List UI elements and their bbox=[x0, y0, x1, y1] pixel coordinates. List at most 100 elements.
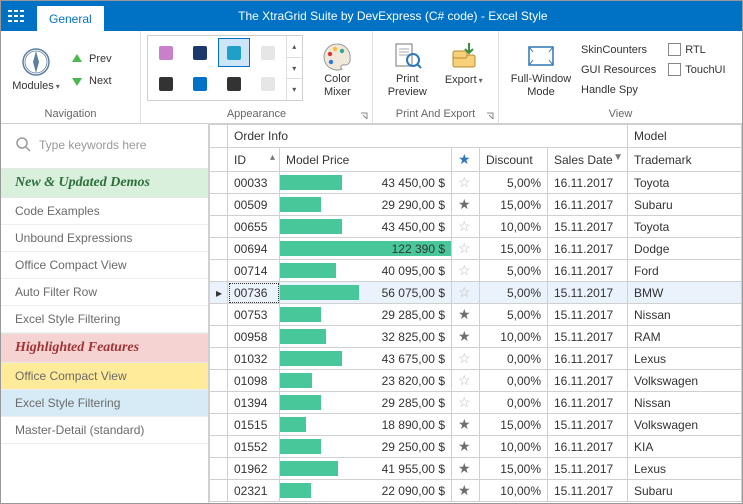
color-mixer-button[interactable]: Color Mixer bbox=[309, 35, 366, 104]
cell-id[interactable]: 00736 bbox=[228, 282, 280, 304]
sidebar-item[interactable]: Office Compact View bbox=[1, 363, 208, 390]
ribbon-tab-general[interactable]: General bbox=[37, 6, 104, 31]
cell-price[interactable]: 43 450,00 $ bbox=[280, 172, 452, 194]
table-row[interactable]: 00694122 390 $☆15,00%16.11.2017Dodge bbox=[210, 238, 742, 260]
cell-discount[interactable]: 15,00% bbox=[480, 194, 548, 216]
cell-id[interactable]: 00753 bbox=[228, 304, 280, 326]
cell-star[interactable]: ☆ bbox=[452, 370, 480, 392]
table-row[interactable]: 0075329 285,00 $★5,00%15.11.2017Nissan bbox=[210, 304, 742, 326]
skin-gallery-item[interactable] bbox=[218, 69, 250, 98]
cell-price[interactable]: 18 890,00 $ bbox=[280, 414, 452, 436]
cell-price[interactable]: 43 675,00 $ bbox=[280, 348, 452, 370]
cell-star[interactable]: ☆ bbox=[452, 238, 480, 260]
cell-date[interactable]: 15.11.2017 bbox=[548, 326, 628, 348]
cell-star[interactable]: ★ bbox=[452, 414, 480, 436]
skin-gallery-item[interactable] bbox=[150, 69, 182, 98]
dialog-launcher-icon[interactable] bbox=[486, 112, 494, 120]
print-preview-button[interactable]: Print Preview bbox=[379, 35, 436, 104]
cell-star[interactable]: ☆ bbox=[452, 392, 480, 414]
cell-price[interactable]: 22 090,00 $ bbox=[280, 480, 452, 502]
cell-star[interactable]: ☆ bbox=[452, 348, 480, 370]
skin-gallery-item[interactable] bbox=[184, 38, 216, 67]
cell-date[interactable]: 15.11.2017 bbox=[548, 414, 628, 436]
full-window-mode-button[interactable]: Full-Window Mode bbox=[505, 35, 577, 104]
cell-date[interactable]: 16.11.2017 bbox=[548, 260, 628, 282]
table-row[interactable]: 0065543 450,00 $☆10,00%15.11.2017Toyota bbox=[210, 216, 742, 238]
cell-star[interactable]: ★ bbox=[452, 458, 480, 480]
cell-star[interactable]: ☆ bbox=[452, 260, 480, 282]
cell-trademark[interactable]: Lexus bbox=[628, 458, 742, 480]
cell-discount[interactable]: 10,00% bbox=[480, 436, 548, 458]
table-row[interactable]: 0151518 890,00 $★15,00%15.11.2017Volkswa… bbox=[210, 414, 742, 436]
cell-trademark[interactable]: Toyota bbox=[628, 216, 742, 238]
cell-date[interactable]: 16.11.2017 bbox=[548, 436, 628, 458]
cell-id[interactable]: 02321 bbox=[228, 480, 280, 502]
cell-id[interactable]: 01098 bbox=[228, 370, 280, 392]
touchui-checkbox[interactable]: TouchUI bbox=[668, 60, 729, 80]
cell-date[interactable]: 16.11.2017 bbox=[548, 238, 628, 260]
cell-discount[interactable]: 10,00% bbox=[480, 480, 548, 502]
sidebar-item[interactable]: Auto Filter Row bbox=[1, 279, 208, 306]
cell-date[interactable]: 16.11.2017 bbox=[548, 370, 628, 392]
band-model[interactable]: Model bbox=[628, 125, 742, 148]
skin-gallery[interactable]: ▴ ▾ ▾ bbox=[147, 35, 303, 101]
cell-price[interactable]: 29 290,00 $ bbox=[280, 194, 452, 216]
search-input[interactable]: Type keywords here bbox=[1, 132, 208, 168]
sidebar-item[interactable]: Code Examples bbox=[1, 198, 208, 225]
cell-id[interactable]: 01394 bbox=[228, 392, 280, 414]
cell-price[interactable]: 43 450,00 $ bbox=[280, 216, 452, 238]
cell-trademark[interactable]: RAM bbox=[628, 326, 742, 348]
cell-id[interactable]: 01962 bbox=[228, 458, 280, 480]
cell-star[interactable]: ★ bbox=[452, 326, 480, 348]
cell-id[interactable]: 00714 bbox=[228, 260, 280, 282]
col-id[interactable]: ID▴ bbox=[228, 148, 280, 172]
cell-id[interactable]: 01515 bbox=[228, 414, 280, 436]
band-order-info[interactable]: Order Info bbox=[228, 125, 628, 148]
rtl-checkbox[interactable]: RTL bbox=[668, 40, 729, 60]
cell-date[interactable]: 15.11.2017 bbox=[548, 216, 628, 238]
table-row[interactable]: 0050929 290,00 $★15,00%16.11.2017Subaru bbox=[210, 194, 742, 216]
cell-trademark[interactable]: BMW bbox=[628, 282, 742, 304]
cell-discount[interactable]: 0,00% bbox=[480, 370, 548, 392]
cell-discount[interactable]: 15,00% bbox=[480, 414, 548, 436]
data-grid[interactable]: Order Info Model ID▴ Model Price ★ Disco… bbox=[209, 124, 742, 503]
cell-price[interactable]: 122 390 $ bbox=[280, 238, 452, 260]
cell-discount[interactable]: 5,00% bbox=[480, 172, 548, 194]
cell-discount[interactable]: 0,00% bbox=[480, 392, 548, 414]
cell-date[interactable]: 15.11.2017 bbox=[548, 304, 628, 326]
cell-price[interactable]: 23 820,00 $ bbox=[280, 370, 452, 392]
cell-price[interactable]: 41 955,00 $ bbox=[280, 458, 452, 480]
cell-date[interactable]: 15.11.2017 bbox=[548, 282, 628, 304]
cell-trademark[interactable]: Subaru bbox=[628, 480, 742, 502]
table-row[interactable]: 0071440 095,00 $☆5,00%16.11.2017Ford bbox=[210, 260, 742, 282]
skincounters-button[interactable]: SkinCounters bbox=[581, 40, 660, 60]
cell-discount[interactable]: 5,00% bbox=[480, 304, 548, 326]
cell-trademark[interactable]: Volkswagen bbox=[628, 370, 742, 392]
cell-discount[interactable]: 15,00% bbox=[480, 238, 548, 260]
sidebar-item[interactable]: Excel Style Filtering bbox=[1, 390, 208, 417]
table-row[interactable]: 0095832 825,00 $★10,00%15.11.2017RAM bbox=[210, 326, 742, 348]
cell-trademark[interactable]: Subaru bbox=[628, 194, 742, 216]
table-row[interactable]: 0103243 675,00 $☆0,00%16.11.2017Lexus bbox=[210, 348, 742, 370]
export-button[interactable]: Export▾ bbox=[436, 35, 493, 104]
cell-discount[interactable]: 5,00% bbox=[480, 282, 548, 304]
cell-date[interactable]: 16.11.2017 bbox=[548, 172, 628, 194]
cell-discount[interactable]: 0,00% bbox=[480, 348, 548, 370]
cell-discount[interactable]: 10,00% bbox=[480, 326, 548, 348]
cell-star[interactable]: ☆ bbox=[452, 282, 480, 304]
skin-gallery-item[interactable] bbox=[184, 69, 216, 98]
cell-price[interactable]: 40 095,00 $ bbox=[280, 260, 452, 282]
cell-id[interactable]: 00033 bbox=[228, 172, 280, 194]
cell-trademark[interactable]: Volkswagen bbox=[628, 414, 742, 436]
cell-id[interactable]: 01032 bbox=[228, 348, 280, 370]
cell-discount[interactable]: 15,00% bbox=[480, 458, 548, 480]
table-row[interactable]: 0196241 955,00 $★15,00%15.11.2017Lexus bbox=[210, 458, 742, 480]
cell-price[interactable]: 29 250,00 $ bbox=[280, 436, 452, 458]
cell-trademark[interactable]: Nissan bbox=[628, 392, 742, 414]
cell-trademark[interactable]: Toyota bbox=[628, 172, 742, 194]
cell-discount[interactable]: 5,00% bbox=[480, 260, 548, 282]
cell-id[interactable]: 00694 bbox=[228, 238, 280, 260]
cell-id[interactable]: 00958 bbox=[228, 326, 280, 348]
cell-id[interactable]: 00509 bbox=[228, 194, 280, 216]
modules-button[interactable]: Modules▾ bbox=[7, 35, 65, 104]
